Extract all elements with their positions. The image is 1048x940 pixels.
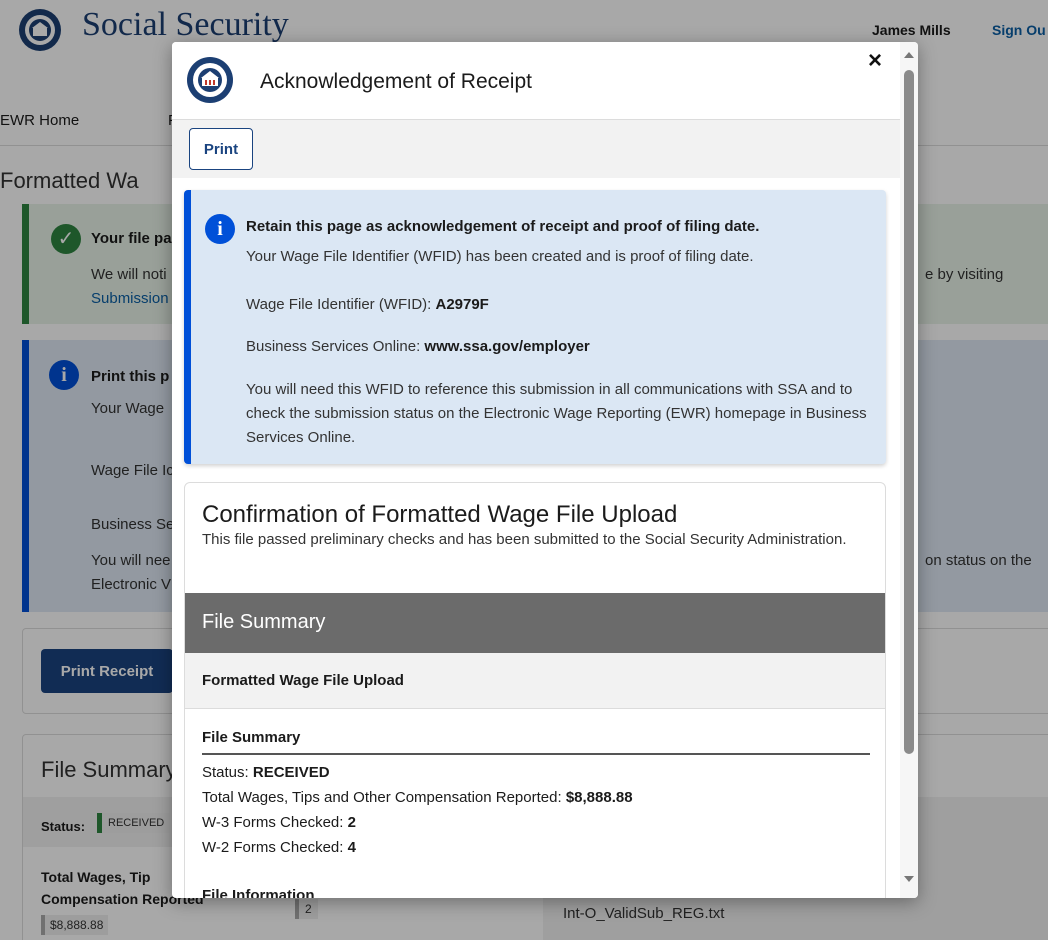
info-heading: Retain this page as acknowledgement of r… bbox=[246, 218, 760, 235]
w3-count-line: W-3 Forms Checked: 2 bbox=[202, 814, 356, 831]
confirmation-title: Confirmation of Formatted Wage File Uplo… bbox=[202, 501, 678, 528]
total-wages-label: Total Wages, Tips and Other Compensation… bbox=[202, 789, 562, 806]
bso-url: www.ssa.gov/employer bbox=[424, 338, 590, 355]
confirmation-subtitle: This file passed preliminary checks and … bbox=[202, 531, 847, 548]
ssa-seal-icon bbox=[187, 57, 233, 103]
wfid-info-alert: i Retain this page as acknowledgement of… bbox=[184, 190, 886, 464]
wfid-created-text: Your Wage File Identifier (WFID) has bee… bbox=[246, 248, 754, 265]
w2-value: 4 bbox=[347, 839, 356, 856]
print-button[interactable]: Print bbox=[189, 128, 253, 170]
status-value: RECEIVED bbox=[252, 764, 330, 781]
scroll-up-arrow-icon[interactable] bbox=[904, 52, 914, 58]
file-summary-bar: File Summary bbox=[185, 593, 885, 653]
wfid-usage-paragraph: You will need this WFID to reference thi… bbox=[246, 381, 867, 446]
file-summary-section-title: File Summary bbox=[202, 729, 301, 746]
wfid-row: Wage File Identifier (WFID): A2979F bbox=[246, 296, 489, 313]
file-summary-section-header: File Summary bbox=[202, 729, 870, 755]
scroll-thumb[interactable] bbox=[904, 70, 914, 754]
info-icon: i bbox=[205, 214, 235, 244]
file-information-title: File Information bbox=[202, 887, 315, 898]
w2-label: W-2 Forms Checked: bbox=[202, 839, 344, 856]
status-label: Status: bbox=[202, 764, 249, 781]
modal-scrollbar[interactable] bbox=[900, 42, 918, 898]
w3-label: W-3 Forms Checked: bbox=[202, 814, 344, 831]
confirmation-card: Confirmation of Formatted Wage File Uplo… bbox=[184, 482, 886, 898]
wfid-value: A2979F bbox=[435, 296, 489, 313]
modal-body: Print i Retain this page as acknowledgem… bbox=[172, 120, 900, 898]
bso-label: Business Services Online: bbox=[246, 338, 421, 355]
wfid-label: Wage File Identifier (WFID): bbox=[246, 296, 432, 313]
upload-type-bar: Formatted Wage File Upload bbox=[185, 653, 885, 709]
modal-title: Acknowledgement of Receipt bbox=[260, 70, 532, 93]
upload-type-title: Formatted Wage File Upload bbox=[202, 672, 404, 689]
status-line: Status: RECEIVED bbox=[202, 764, 330, 781]
w3-value: 2 bbox=[347, 814, 356, 831]
total-wages-line: Total Wages, Tips and Other Compensation… bbox=[202, 789, 633, 806]
w2-count-line: W-2 Forms Checked: 4 bbox=[202, 839, 356, 856]
total-wages-value: $8,888.88 bbox=[565, 789, 633, 806]
scroll-down-arrow-icon[interactable] bbox=[904, 876, 914, 882]
modal-header: Acknowledgement of Receipt × bbox=[172, 42, 900, 120]
bso-row: Business Services Online: www.ssa.gov/em… bbox=[246, 338, 590, 355]
acknowledgement-modal: Acknowledgement of Receipt × Print i Ret… bbox=[172, 42, 918, 898]
file-summary-bar-title: File Summary bbox=[202, 611, 326, 633]
print-toolbar: Print bbox=[172, 120, 900, 178]
close-icon[interactable]: × bbox=[862, 48, 888, 74]
